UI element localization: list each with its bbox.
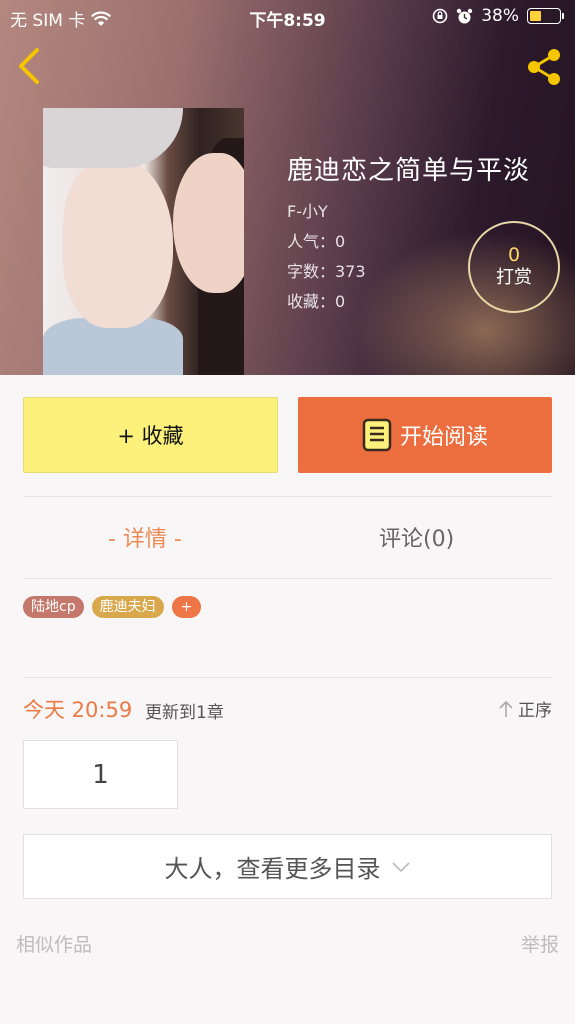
tag-list: 陆地cp 鹿迪夫妇 +: [23, 596, 202, 618]
tag-item[interactable]: 鹿迪夫妇: [91, 596, 164, 618]
status-bar: 无 SIM 卡 下午8:59 38%: [0, 0, 575, 34]
battery-level: [530, 11, 541, 21]
sort-order-label: 正序: [518, 701, 552, 721]
reward-count: 0: [507, 244, 521, 266]
tab-detail[interactable]: - 详情 -: [108, 520, 182, 560]
chevron-down-icon: [391, 861, 410, 872]
chevron-left-icon: [19, 48, 39, 84]
arrow-up-icon: [499, 700, 513, 717]
update-time: 今天 20:59: [23, 698, 133, 722]
collect-label: + 收藏: [117, 424, 184, 448]
book-header: 无 SIM 卡 下午8:59 38% 鹿迪恋之简单与平淡 F-小Y 人气：0 字…: [0, 0, 575, 375]
tab-comments[interactable]: 评论(0): [379, 520, 454, 560]
reward-button[interactable]: 0 打赏: [468, 221, 560, 313]
more-catalog-label: 大人，查看更多目录: [164, 855, 381, 883]
divider: [23, 496, 552, 497]
share-button[interactable]: [523, 46, 565, 88]
chapter-number: 1: [92, 759, 109, 790]
similar-works-heading: 相似作品: [16, 934, 93, 956]
collect-button[interactable]: + 收藏: [23, 397, 278, 473]
divider: [23, 578, 552, 579]
battery-percent: 38%: [481, 6, 519, 26]
reward-label: 打赏: [496, 267, 532, 288]
share-icon: [528, 49, 560, 85]
book-title: 鹿迪恋之简单与平淡: [287, 156, 531, 186]
status-right: 38%: [432, 6, 564, 26]
start-reading-label: 开始阅读: [399, 425, 488, 450]
rotation-lock-icon: [432, 8, 448, 24]
update-info: 今天 20:59 更新到1章 正序: [23, 694, 552, 724]
book-author[interactable]: F-小Y: [287, 197, 530, 227]
update-text: 更新到1章: [145, 703, 224, 723]
back-button[interactable]: [12, 44, 46, 88]
book-icon: [362, 418, 392, 452]
chapter-item[interactable]: 1: [23, 740, 178, 809]
report-button[interactable]: 举报: [521, 930, 559, 957]
start-reading-button[interactable]: 开始阅读: [298, 397, 552, 473]
tag-item[interactable]: 陆地cp: [23, 596, 84, 618]
add-tag-button[interactable]: +: [171, 596, 202, 618]
more-catalog-button[interactable]: 大人，查看更多目录: [23, 834, 552, 899]
alarm-icon: [457, 8, 473, 23]
sort-order-button[interactable]: 正序: [498, 696, 552, 721]
battery-icon: [527, 8, 564, 24]
divider: [23, 677, 552, 678]
book-cover[interactable]: [43, 108, 244, 375]
